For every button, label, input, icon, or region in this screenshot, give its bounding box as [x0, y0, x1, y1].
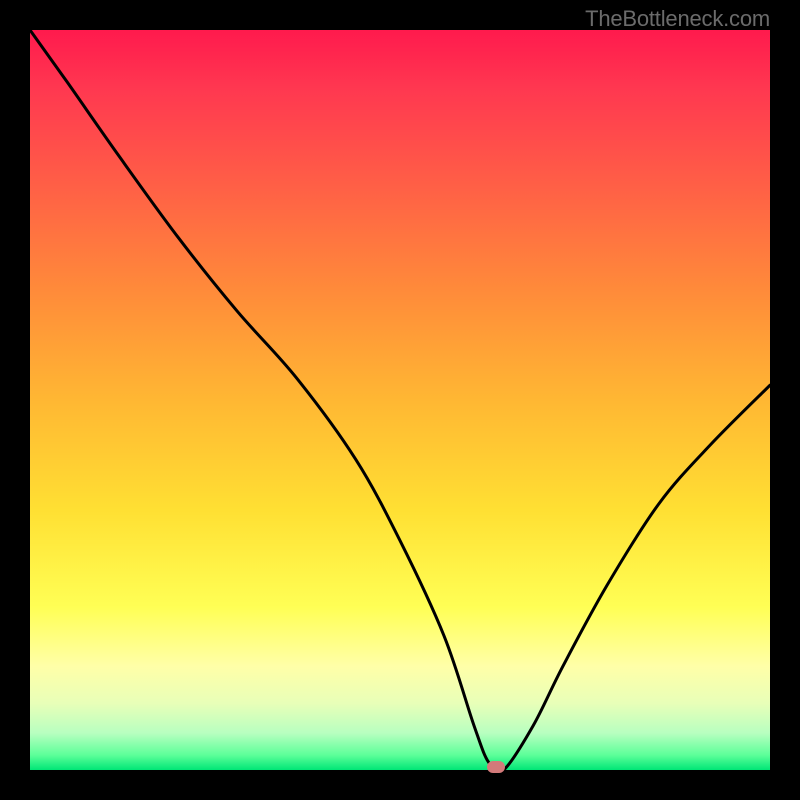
curve-svg [30, 30, 770, 770]
plot-area [30, 30, 770, 770]
watermark-text: TheBottleneck.com [585, 6, 770, 32]
bottleneck-curve [30, 30, 770, 770]
chart-container: TheBottleneck.com [0, 0, 800, 800]
optimal-marker [487, 761, 505, 773]
